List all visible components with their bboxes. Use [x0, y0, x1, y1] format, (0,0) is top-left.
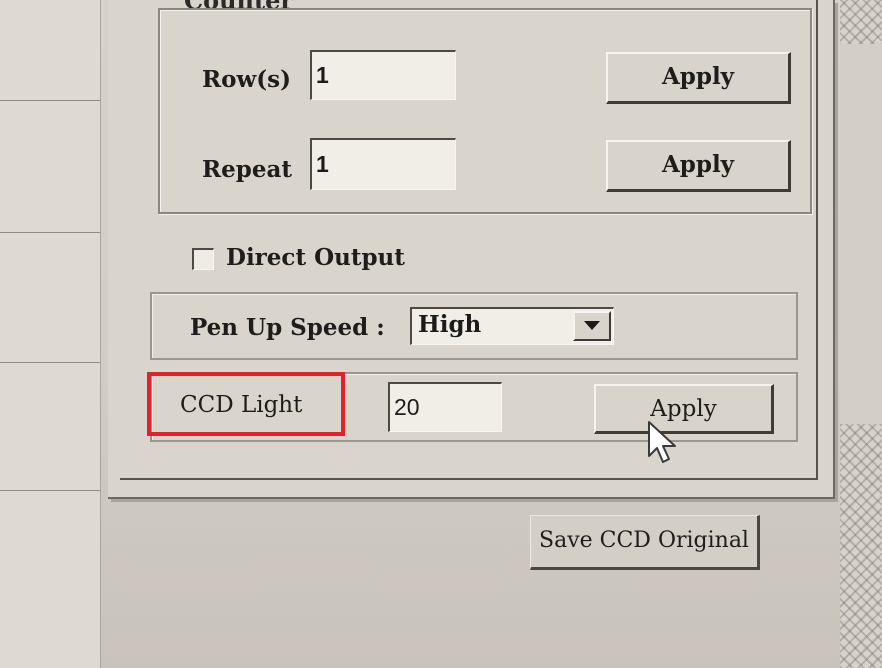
direct-output-label: Direct Output [226, 244, 405, 271]
chevron-down-icon [584, 321, 600, 330]
pen-up-speed-value: High [418, 311, 482, 338]
pen-up-speed-label: Pen Up Speed : [190, 314, 385, 341]
pen-up-speed-select[interactable]: High [410, 307, 614, 345]
ccd-light-input[interactable] [388, 382, 502, 432]
screen-background: Counter Row(s) Apply Repeat Apply Direct… [0, 0, 882, 668]
ccd-light-apply-button[interactable]: Apply [594, 384, 774, 434]
left-panel [0, 0, 101, 668]
counter-group-title: Counter [178, 0, 300, 8]
highlight-box [147, 372, 345, 436]
row-divider [0, 362, 100, 363]
row-divider [0, 100, 100, 101]
repeat-input[interactable] [310, 138, 456, 190]
row-divider [0, 490, 100, 491]
rows-label: Row(s) [202, 66, 291, 93]
dropdown-arrow-button[interactable] [573, 311, 611, 341]
rows-apply-button[interactable]: Apply [606, 52, 791, 104]
right-edge-panel [840, 44, 882, 424]
repeat-label: Repeat [202, 156, 292, 183]
repeat-apply-button[interactable]: Apply [606, 140, 791, 192]
direct-output-checkbox[interactable] [192, 248, 214, 270]
counter-groupbox: Counter Row(s) Apply Repeat Apply [158, 0, 812, 214]
mouse-cursor-icon [648, 421, 676, 463]
row-divider [0, 232, 100, 233]
save-ccd-original-button[interactable]: Save CCD Original [530, 515, 760, 570]
rows-input[interactable] [310, 50, 456, 100]
